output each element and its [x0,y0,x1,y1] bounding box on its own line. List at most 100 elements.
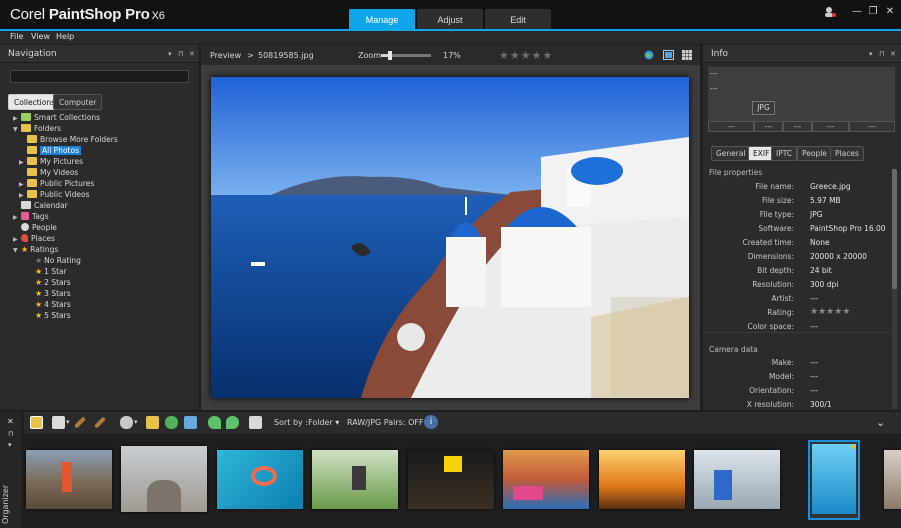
rating-star-icon[interactable]: ★ [532,49,543,62]
camera-data-list: Make: --- Model: --- Orientation: --- X resolu… [703,358,893,410]
single-view-icon[interactable] [663,50,674,60]
tree-no-rating[interactable]: ★ No Rating [13,255,118,266]
tree-my-pictures[interactable]: ▶ My Pictures [13,156,118,167]
tree-browse-more-folders[interactable]: Browse More Folders [13,134,118,145]
thumbnail-4[interactable] [312,450,398,509]
organizer-panel: ✕ ⊓ ▾ Organizer ▾ ▾ Sort by : Folder ▾ R… [0,412,901,528]
thumbnail-9-selected[interactable]: ★ [808,440,860,520]
property-label: File type: [759,210,794,219]
thumbnail-3[interactable] [217,450,303,509]
rotate-left-icon[interactable] [208,416,221,429]
tab-edit[interactable]: Edit [485,9,551,31]
property-label: Created time: [742,238,794,247]
panel-close-icon[interactable]: ✕ [890,45,896,63]
import-icon[interactable] [146,416,159,429]
zoom-slider-thumb[interactable] [387,51,392,60]
tree-folders[interactable]: ▼ Folders [13,123,118,134]
tree-all-photos[interactable]: All Photos [13,145,118,156]
retouch-icon[interactable] [93,416,107,429]
tab-places[interactable]: Places [830,146,864,161]
folder-add-icon [27,135,37,143]
tree-ratings[interactable]: ▼ ★ Ratings [13,244,118,255]
rating-star-icon[interactable]: ★ [543,49,554,62]
organizer-menu-icon[interactable]: ▾ [8,441,12,449]
tree-public-videos[interactable]: ▶ Public Videos [13,189,118,200]
thumbnail-5[interactable] [408,450,494,509]
thumbnail-8[interactable] [694,450,780,509]
info-scrollbar-thumb[interactable] [892,169,897,289]
rating-star-icon[interactable]: ★ [510,49,521,62]
map-pin-icon [21,234,28,242]
capture-icon[interactable] [120,416,133,429]
close-icon[interactable]: ✕ [884,6,896,18]
menu-file[interactable]: File [10,32,23,41]
tab-iptc[interactable]: IPTC [771,146,798,161]
folder-tree-icon[interactable] [30,416,43,429]
tree-smart-collections[interactable]: ▶ Smart Collections [13,112,118,123]
info-scrollbar[interactable] [892,169,897,409]
property-value: 5.97 MB [810,196,841,205]
rating-stars[interactable]: ★★★★★ [810,307,850,317]
tag-icon [21,212,29,220]
tab-general[interactable]: General [711,146,751,161]
panel-menu-icon[interactable]: ▾ [168,45,172,63]
property-label: Dimensions: [747,252,794,261]
view-mode-icon[interactable] [52,416,65,429]
navigation-search-input[interactable] [10,70,189,83]
tree-2-stars[interactable]: ★ 2 Stars [13,277,118,288]
preview-photo[interactable] [211,77,689,398]
menu-help[interactable]: Help [56,32,74,41]
print-icon[interactable] [184,416,197,429]
tree-my-videos[interactable]: My Videos [13,167,118,178]
thumbnail-2[interactable] [121,446,207,512]
share-icon[interactable] [165,416,178,429]
tab-manage[interactable]: Manage [349,9,415,31]
thumbnail-1[interactable] [26,450,112,509]
slideshow-icon[interactable] [249,416,262,429]
panel-menu-icon[interactable]: ▾ [869,45,873,63]
pin-icon[interactable]: ⊓ [879,45,884,63]
panel-close-icon[interactable]: ✕ [189,45,195,63]
info-icon[interactable]: i [424,415,438,429]
tree-public-pictures[interactable]: ▶ Public Pictures [13,178,118,189]
tree-5-stars[interactable]: ★ 5 Stars [13,310,118,321]
rating-star-icon[interactable]: ★ [842,307,850,317]
brush-icon[interactable] [73,416,87,429]
tree-1-star[interactable]: ★ 1 Star [13,266,118,277]
tree-3-stars[interactable]: ★ 3 Stars [13,288,118,299]
pin-icon[interactable]: ⊓ [178,45,183,63]
tree-tags[interactable]: ▶ Tags [13,211,118,222]
tree-calendar[interactable]: Calendar [13,200,118,211]
collapse-chevron-icon[interactable]: ⌄ [876,416,885,429]
sort-dropdown[interactable]: Folder ▾ [308,418,339,427]
breadcrumb-separator: > [247,51,254,60]
restore-icon[interactable]: ❐ [867,6,879,18]
preview-rating[interactable]: ★★★★★ [499,49,553,62]
grid-view-icon[interactable] [682,50,692,60]
view-mode-dropdown-icon[interactable]: ▾ [66,418,70,426]
rating-star-icon[interactable]: ★ [499,49,510,62]
tree-people[interactable]: People [13,222,118,233]
thumbnail-10[interactable] [884,450,901,509]
zoom-slider-track[interactable] [381,51,431,60]
tab-people[interactable]: People [797,146,832,161]
organizer-pin-icon[interactable]: ⊓ [8,430,13,438]
organizer-close-icon[interactable]: ✕ [7,417,14,426]
thumbnail-6[interactable] [503,450,589,509]
thumbnail-7[interactable] [599,450,685,509]
globe-icon[interactable] [644,50,654,60]
capture-dropdown-icon[interactable]: ▾ [134,418,138,426]
rating-star-icon[interactable]: ★ [521,49,532,62]
tab-adjust[interactable]: Adjust [417,9,483,31]
rating-star-icon[interactable]: ★ [818,307,826,317]
property-label: Make: [771,358,794,367]
user-icon[interactable] [824,6,836,18]
raw-jpg-pairs-dropdown[interactable]: RAW/JPG Pairs: OFF ▾ [347,418,430,427]
tree-4-stars[interactable]: ★ 4 Stars [13,299,118,310]
rotate-right-icon[interactable] [226,416,239,429]
minimize-icon[interactable]: — [851,6,863,18]
tab-computer[interactable]: Computer [53,94,103,110]
menu-view[interactable]: View [31,32,50,41]
rating-star-icon[interactable]: ★ [810,307,818,317]
tree-places[interactable]: ▶ Places [13,233,118,244]
